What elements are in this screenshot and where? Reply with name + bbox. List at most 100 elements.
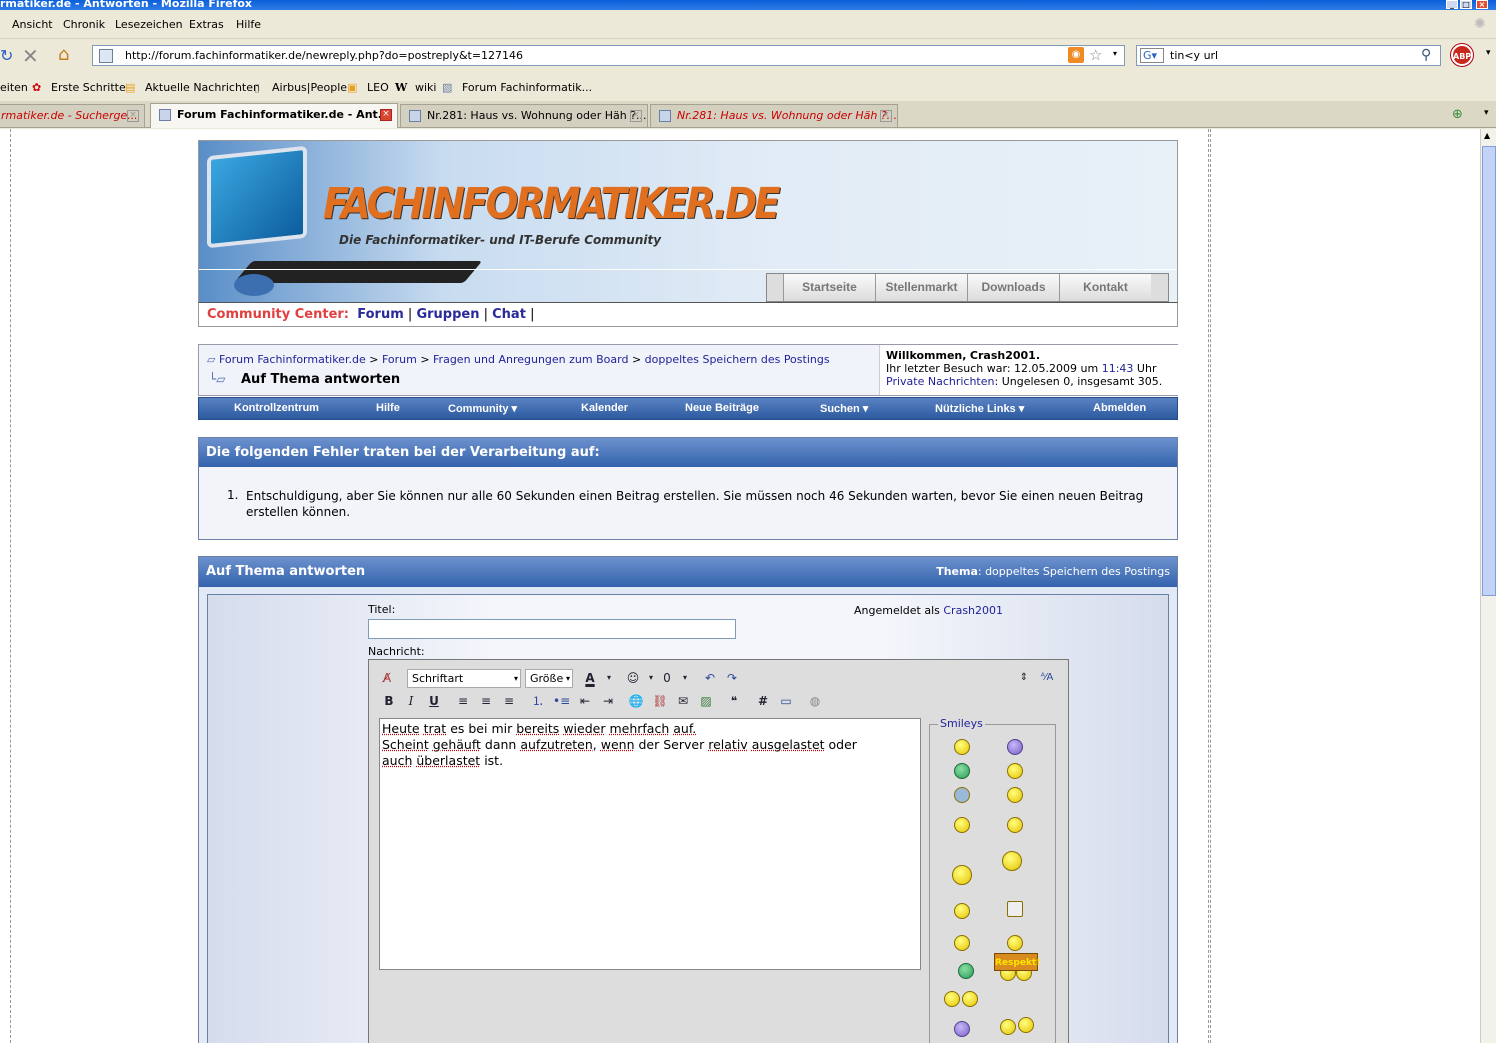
bookmark-airbus-people[interactable]: Airbus|People [272, 81, 347, 94]
tab-nr281[interactable]: Nr.281: Haus vs. Wohnung oder Häh ?... × [400, 104, 648, 127]
reload-icon[interactable]: ↻ [0, 46, 13, 65]
smiley-icon[interactable] [954, 739, 970, 755]
remove-format-icon[interactable]: A̸ [379, 670, 395, 686]
unordered-list-icon[interactable]: •≡ [553, 693, 570, 709]
smiley-icon[interactable] [954, 1021, 970, 1037]
remove-link-icon[interactable]: ⛓ [652, 693, 668, 709]
vertical-scrollbar[interactable]: ▲ [1480, 129, 1496, 1043]
wikipedia-icon[interactable]: ◍ [807, 693, 823, 709]
smiley-icon[interactable] [1007, 935, 1023, 951]
stop-icon[interactable]: ✕ [22, 44, 39, 68]
url-dropdown-icon[interactable]: ▾ [1113, 49, 1117, 58]
scroll-up-icon[interactable]: ▲ [1484, 131, 1490, 140]
tab-antworten[interactable]: Forum Fachinformatiker.de - Ant... × [150, 103, 398, 128]
bookmark-star-icon[interactable]: ☆ [1089, 46, 1102, 64]
size-select[interactable]: Größe ▾ [525, 669, 573, 688]
php-code-icon[interactable]: ▭ [778, 693, 794, 709]
undo-icon[interactable]: ↶ [702, 670, 718, 686]
scrollbar-thumb[interactable] [1482, 146, 1496, 596]
smiley-icon[interactable] [1007, 739, 1023, 755]
adblock-plus-icon[interactable]: ABP [1451, 44, 1473, 66]
resize-editor-icon[interactable]: ⇕ [1016, 670, 1032, 686]
bookmark-erste-schritte[interactable]: Erste Schritte [51, 81, 126, 94]
minimize-button[interactable]: _ [1446, 0, 1458, 9]
close-tab-icon[interactable]: × [127, 110, 139, 122]
rss-feed-icon[interactable]: ◉ [1068, 47, 1084, 63]
close-tab-icon[interactable]: × [630, 110, 642, 122]
nav-kontakt[interactable]: Kontakt [1059, 274, 1151, 301]
breadcrumb-thread[interactable]: doppeltes Speichern des Postings [645, 353, 830, 366]
new-tab-icon[interactable]: ⊕ [1452, 107, 1463, 122]
smiley-icon[interactable]: ☺ [625, 670, 641, 686]
link-gruppen[interactable]: Gruppen [416, 307, 479, 322]
nav-downloads[interactable]: Downloads [967, 274, 1059, 301]
text-color-icon[interactable]: A [582, 670, 598, 686]
site-logo[interactable]: FACHINFORMATIKER.DE [323, 179, 781, 229]
bookmark-aktuelle-nachrichten[interactable]: Aktuelle Nachrichten [145, 81, 260, 94]
bookmark-item[interactable]: eiten [0, 81, 28, 94]
align-center-icon[interactable]: ≡ [478, 693, 494, 709]
message-textarea[interactable]: Heute trat es bei mir bereits wieder meh… [379, 718, 921, 970]
menu-extras[interactable]: Extras [189, 18, 224, 31]
smiley-icon[interactable] [1000, 1019, 1016, 1035]
tab-list-icon[interactable]: ▾ [1484, 108, 1489, 118]
url-bar[interactable]: http://forum.fachinformatiker.de/newrepl… [92, 45, 1125, 66]
attachment-dropdown-icon[interactable]: ▾ [677, 670, 693, 686]
breadcrumb-forum[interactable]: Forum [382, 353, 417, 366]
menu-hilfe[interactable]: Hilfe [236, 18, 261, 31]
tab-nr281-unread[interactable]: Nr.281: Haus vs. Wohnung oder Häh ?... × [650, 104, 898, 127]
smiley-icon[interactable] [954, 935, 970, 951]
text-color-dropdown-icon[interactable]: ▾ [601, 670, 617, 686]
home-icon[interactable]: ⌂ [58, 44, 69, 65]
close-tab-icon[interactable]: × [380, 109, 392, 121]
smiley-icon[interactable] [962, 991, 978, 1007]
smiley-icon[interactable] [1007, 817, 1023, 833]
breadcrumb-home[interactable]: Forum Fachinformatiker.de [219, 353, 366, 366]
menu-lesezeichen[interactable]: Lesezeichen [115, 18, 183, 31]
title-input[interactable] [368, 619, 736, 639]
quote-icon[interactable]: ❝ [726, 693, 742, 709]
nav-kontrollzentrum[interactable]: Kontrollzentrum [234, 402, 319, 414]
nav-stellenmarkt[interactable]: Stellenmarkt [875, 274, 967, 301]
smiley-icon[interactable] [944, 991, 960, 1007]
bold-icon[interactable]: B [381, 693, 397, 709]
attachment-icon[interactable]: 0 [659, 670, 675, 686]
breadcrumb-fragen[interactable]: Fragen und Anregungen zum Board [433, 353, 628, 366]
smiley-icon[interactable] [952, 865, 972, 885]
smiley-icon[interactable] [958, 963, 974, 979]
nav-startseite[interactable]: Startseite [783, 274, 875, 301]
logged-in-user[interactable]: Crash2001 [943, 604, 1003, 617]
bookmark-leo[interactable]: LEO [367, 81, 389, 94]
insert-image-icon[interactable]: ▨ [698, 693, 714, 709]
smiley-icon[interactable] [1007, 763, 1023, 779]
smiley-icon[interactable] [1018, 1017, 1034, 1033]
smiley-icon[interactable] [1002, 851, 1022, 871]
menu-chronik[interactable]: Chronik [63, 18, 105, 31]
smiley-respekt[interactable]: Respekt! [994, 953, 1040, 971]
outdent-icon[interactable]: ⇤ [577, 693, 593, 709]
italic-icon[interactable]: I [403, 693, 419, 709]
nav-abmelden[interactable]: Abmelden [1093, 402, 1146, 414]
switch-editor-mode-icon[interactable]: ᴬ⁄A [1039, 670, 1055, 686]
link-forum[interactable]: Forum [357, 307, 404, 322]
font-select[interactable]: Schriftart ▾ [407, 669, 521, 688]
ordered-list-icon[interactable]: ⒈ [530, 693, 546, 709]
smiley-icon[interactable] [1007, 787, 1023, 803]
link-chat[interactable]: Chat [492, 307, 526, 322]
nav-community-menu[interactable]: Community ▾ [448, 402, 517, 415]
smiley-icon[interactable] [954, 817, 970, 833]
welcome-user[interactable]: Crash2001 [970, 349, 1036, 362]
close-window-button[interactable]: × [1476, 0, 1488, 9]
bookmark-forum-fachinformatik[interactable]: Forum Fachinformatik... [462, 81, 592, 94]
maximize-button[interactable]: □ [1460, 0, 1472, 9]
indent-icon[interactable]: ⇥ [600, 693, 616, 709]
private-messages-link[interactable]: Private Nachrichten [886, 375, 995, 388]
nav-kalender[interactable]: Kalender [581, 402, 628, 414]
smiley-icon[interactable] [954, 903, 970, 919]
redo-icon[interactable]: ↷ [724, 670, 740, 686]
smiley-icon[interactable] [954, 787, 970, 803]
code-hash-icon[interactable]: # [755, 693, 771, 709]
smiley-icon[interactable] [1007, 901, 1023, 917]
smiley-icon[interactable] [954, 763, 970, 779]
bookmark-wiki[interactable]: wiki [415, 81, 436, 94]
